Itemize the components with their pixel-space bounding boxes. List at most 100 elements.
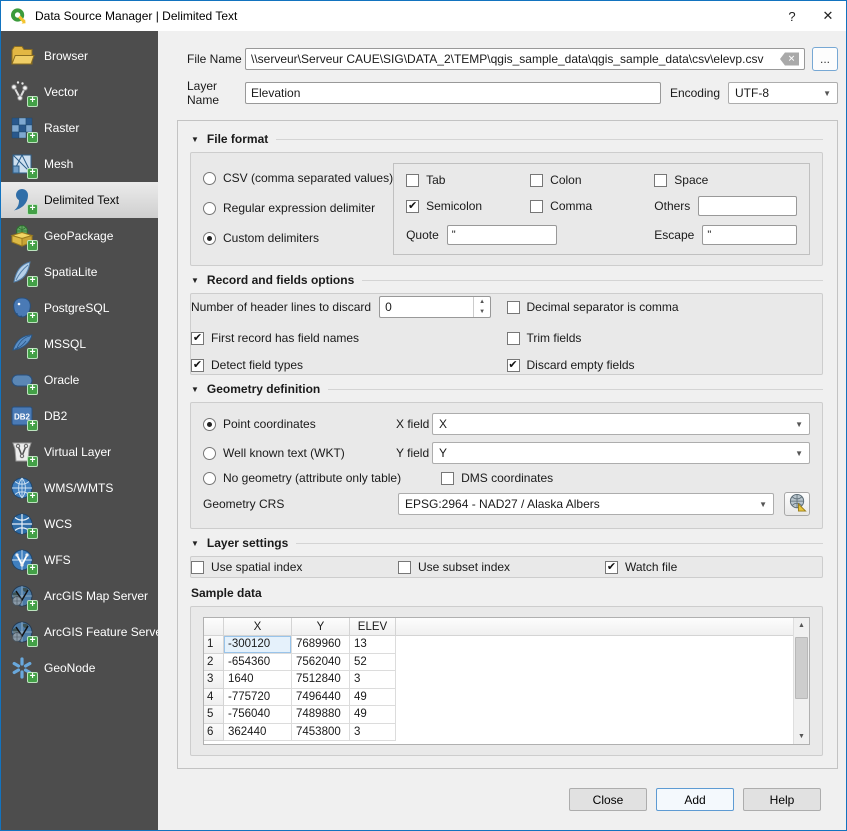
window-title: Data Source Manager | Delimited Text bbox=[35, 9, 237, 23]
encoding-label: Encoding bbox=[670, 86, 720, 100]
sidebar-item-mssql[interactable]: MSSQL bbox=[1, 326, 158, 362]
checkbox-dms-coordinates[interactable]: DMS coordinates bbox=[441, 471, 553, 485]
sample-data-table[interactable]: X Y ELEV 1 -300120 7689960 13 2 bbox=[203, 617, 810, 745]
radio-icon bbox=[203, 447, 216, 460]
table-vertical-scrollbar[interactable]: ▲ ▼ bbox=[793, 618, 809, 744]
others-input[interactable] bbox=[698, 196, 797, 216]
file-format-header[interactable]: ▼ File format bbox=[191, 132, 823, 146]
radio-well-known-text[interactable]: Well known text (WKT) bbox=[203, 446, 396, 460]
sidebar-item-vector[interactable]: Vector bbox=[1, 74, 158, 110]
y-field-label: Y field bbox=[396, 446, 432, 460]
close-window-button[interactable]: ✕ bbox=[810, 1, 846, 31]
spin-down-icon[interactable]: ▼ bbox=[474, 307, 490, 317]
corner-header bbox=[204, 618, 224, 635]
checkbox-decimal-separator-comma[interactable]: Decimal separator is comma bbox=[507, 296, 823, 318]
radio-csv[interactable]: CSV (comma separated values) bbox=[203, 171, 393, 185]
column-header-y[interactable]: Y bbox=[292, 618, 350, 635]
layer-settings-header[interactable]: ▼ Layer settings bbox=[191, 536, 823, 550]
sidebar-item-postgresql[interactable]: PostgreSQL bbox=[1, 290, 158, 326]
collapse-triangle-icon: ▼ bbox=[191, 276, 199, 285]
checkbox-use-spatial-index[interactable]: Use spatial index bbox=[191, 560, 398, 574]
radio-custom-delimiters[interactable]: Custom delimiters bbox=[203, 231, 393, 245]
record-options-group: Number of header lines to discard 0 ▲▼ D… bbox=[190, 293, 823, 375]
sidebar-item-label: Delimited Text bbox=[44, 193, 119, 207]
sidebar-item-delimited-text[interactable]: Delimited Text bbox=[1, 182, 158, 218]
help-button[interactable]: Help bbox=[743, 788, 821, 811]
sidebar-item-spatialite[interactable]: SpatiaLite bbox=[1, 254, 158, 290]
x-field-select[interactable]: X ▼ bbox=[432, 413, 810, 435]
sidebar-item-wcs[interactable]: WCS bbox=[1, 506, 158, 542]
browse-button[interactable]: ... bbox=[812, 47, 838, 71]
checkbox-comma[interactable]: Comma bbox=[530, 199, 654, 213]
header-lines-spinbox[interactable]: 0 ▲▼ bbox=[379, 296, 491, 318]
checkbox-watch-file[interactable]: Watch file bbox=[605, 560, 822, 574]
layer-name-input[interactable]: Elevation bbox=[245, 82, 661, 104]
sidebar-item-label: Browser bbox=[44, 49, 88, 63]
table-row[interactable]: 5 -756040 7489880 49 bbox=[204, 706, 809, 724]
radio-regexp-delimiter[interactable]: Regular expression delimiter bbox=[203, 201, 393, 215]
sidebar-item-raster[interactable]: Raster bbox=[1, 110, 158, 146]
table-row[interactable]: 3 1640 7512840 3 bbox=[204, 671, 809, 689]
record-options-header[interactable]: ▼ Record and fields options bbox=[191, 273, 823, 287]
column-header-elev[interactable]: ELEV bbox=[350, 618, 396, 635]
checkbox-icon bbox=[654, 174, 667, 187]
sidebar-item-label: SpatiaLite bbox=[44, 265, 97, 279]
close-button[interactable]: Close bbox=[569, 788, 647, 811]
sidebar-item-db2[interactable]: DB2 DB2 bbox=[1, 398, 158, 434]
plus-badge bbox=[27, 492, 38, 503]
add-button[interactable]: Add bbox=[656, 788, 734, 811]
scroll-up-icon[interactable]: ▲ bbox=[794, 618, 809, 633]
radio-point-coordinates[interactable]: Point coordinates bbox=[203, 417, 396, 431]
sidebar-item-geopackage[interactable]: GeoPackage bbox=[1, 218, 158, 254]
others-label: Others bbox=[654, 199, 690, 213]
sidebar-item-label: MSSQL bbox=[44, 337, 86, 351]
table-row[interactable]: 2 -654360 7562040 52 bbox=[204, 654, 809, 672]
sidebar-item-oracle[interactable]: Oracle bbox=[1, 362, 158, 398]
sidebar-item-browser[interactable]: Browser bbox=[1, 38, 158, 74]
spinner-arrows[interactable]: ▲▼ bbox=[473, 297, 490, 317]
table-row[interactable]: 1 -300120 7689960 13 bbox=[204, 636, 809, 654]
sidebar-item-geonode[interactable]: GeoNode bbox=[1, 650, 158, 686]
sidebar-item-virtual-layer[interactable]: Virtual Layer bbox=[1, 434, 158, 470]
table-row[interactable]: 4 -775720 7496440 49 bbox=[204, 689, 809, 707]
checkbox-tab[interactable]: Tab bbox=[406, 173, 530, 187]
sidebar-item-arcgis-feature-server[interactable]: ArcGIS Feature Server bbox=[1, 614, 158, 650]
sidebar-item-wfs[interactable]: WFS bbox=[1, 542, 158, 578]
radio-no-geometry[interactable]: No geometry (attribute only table) bbox=[203, 471, 401, 485]
checkbox-space[interactable]: Space bbox=[654, 173, 797, 187]
titlebar[interactable]: Data Source Manager | Delimited Text ? ✕ bbox=[1, 1, 846, 31]
plus-badge bbox=[27, 276, 38, 287]
scroll-down-icon[interactable]: ▼ bbox=[794, 729, 809, 744]
table-row[interactable]: 6 362440 7453800 3 bbox=[204, 724, 809, 742]
geometry-crs-select[interactable]: EPSG:2964 - NAD27 / Alaska Albers ▼ bbox=[398, 493, 774, 515]
geometry-definition-header[interactable]: ▼ Geometry definition bbox=[191, 382, 823, 396]
file-name-input[interactable]: \\serveur\Serveur CAUE\SIG\DATA_2\TEMP\q… bbox=[245, 48, 805, 70]
dialog-button-box: Close Add Help bbox=[177, 769, 838, 830]
checkbox-discard-empty-fields[interactable]: Discard empty fields bbox=[507, 358, 823, 372]
checkbox-first-record-field-names[interactable]: First record has field names bbox=[191, 331, 507, 345]
scrollbar-track[interactable] bbox=[794, 633, 809, 729]
checkbox-detect-field-types[interactable]: Detect field types bbox=[191, 358, 507, 372]
current-cell[interactable]: -300120 bbox=[224, 636, 292, 654]
y-field-select[interactable]: Y ▼ bbox=[432, 442, 810, 464]
table-header-row: X Y ELEV bbox=[204, 618, 809, 636]
arcgis-map-server-icon bbox=[9, 583, 35, 609]
checkbox-trim-fields[interactable]: Trim fields bbox=[507, 331, 823, 345]
spin-up-icon[interactable]: ▲ bbox=[474, 297, 490, 307]
db2-icon: DB2 bbox=[9, 403, 35, 429]
help-titlebar-button[interactable]: ? bbox=[774, 1, 810, 31]
sidebar-item-arcgis-map-server[interactable]: ArcGIS Map Server bbox=[1, 578, 158, 614]
encoding-select[interactable]: UTF-8 ▼ bbox=[728, 82, 838, 104]
checkbox-colon[interactable]: Colon bbox=[530, 173, 654, 187]
sidebar-item-mesh[interactable]: Mesh bbox=[1, 146, 158, 182]
sidebar-item-label: ArcGIS Map Server bbox=[44, 589, 148, 603]
select-crs-button[interactable] bbox=[784, 492, 810, 516]
escape-input[interactable]: " bbox=[702, 225, 797, 245]
scrollbar-thumb[interactable] bbox=[795, 637, 808, 699]
checkbox-semicolon[interactable]: Semicolon bbox=[406, 199, 530, 213]
clear-icon[interactable] bbox=[780, 53, 799, 66]
quote-input[interactable]: " bbox=[447, 225, 557, 245]
sidebar-item-wms-wmts[interactable]: WMS/WMTS bbox=[1, 470, 158, 506]
checkbox-use-subset-index[interactable]: Use subset index bbox=[398, 560, 605, 574]
column-header-x[interactable]: X bbox=[224, 618, 292, 635]
